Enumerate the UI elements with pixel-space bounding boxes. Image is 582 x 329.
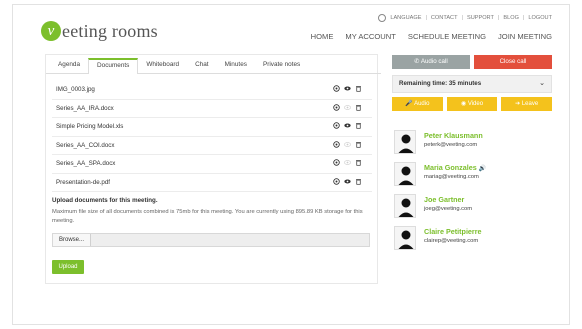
download-icon[interactable] bbox=[333, 159, 340, 166]
upload-button[interactable]: Upload bbox=[52, 260, 84, 274]
tab-private-notes[interactable]: Private notes bbox=[255, 61, 308, 73]
participant-name: Peter Klausmann bbox=[424, 131, 483, 140]
tab-chat[interactable]: Chat bbox=[187, 61, 217, 73]
remaining-time-dropdown[interactable]: Remaining time: 35 minutes ⌄ bbox=[392, 75, 552, 93]
avatar bbox=[394, 226, 416, 250]
document-row[interactable]: Series_AA_IRA.docx bbox=[52, 100, 372, 118]
leave-button[interactable]: ➔ Leave bbox=[501, 97, 553, 111]
avatar bbox=[394, 194, 416, 218]
divider: | bbox=[461, 15, 463, 21]
download-icon[interactable] bbox=[333, 177, 340, 185]
document-name[interactable]: Series_AA_IRA.docx bbox=[52, 105, 114, 112]
logout-link[interactable]: LOGOUT bbox=[528, 15, 552, 21]
participant-email: joeg@veeting.com bbox=[424, 206, 473, 212]
view-icon[interactable] bbox=[344, 178, 351, 185]
trash-icon[interactable] bbox=[355, 141, 362, 148]
remaining-time-label: Remaining time: 35 minutes bbox=[399, 80, 482, 87]
document-row[interactable]: Presentation-de.pdf bbox=[52, 174, 372, 192]
support-link[interactable]: SUPPORT bbox=[467, 15, 494, 21]
trash-icon[interactable] bbox=[355, 122, 362, 129]
participant-name: Maria Gonzales 🔊 bbox=[424, 163, 486, 172]
participant-name: Claire Petitpierre bbox=[424, 227, 482, 236]
view-icon-disabled bbox=[344, 160, 351, 165]
contact-link[interactable]: CONTACT bbox=[431, 15, 458, 21]
exit-icon: ➔ bbox=[515, 101, 522, 107]
tab-bar: Agenda Documents Whiteboard Chat Minutes… bbox=[46, 55, 381, 74]
documents-panel: Agenda Documents Whiteboard Chat Minutes… bbox=[45, 54, 381, 284]
document-row[interactable]: Series_AA_COI.docx bbox=[52, 137, 372, 155]
trash-icon[interactable] bbox=[355, 104, 362, 111]
camera-icon: ◉ bbox=[460, 101, 468, 107]
avatar bbox=[394, 130, 416, 154]
view-icon[interactable] bbox=[344, 122, 351, 129]
audio-call-label: Audio call bbox=[420, 58, 448, 65]
nav-join-meeting[interactable]: JOIN MEETING bbox=[498, 32, 552, 41]
close-call-button[interactable]: Close call bbox=[474, 55, 552, 69]
document-name[interactable]: Series_AA_COI.docx bbox=[52, 142, 114, 149]
trash-icon[interactable] bbox=[355, 85, 362, 92]
participant-item: Peter Klausmann peterk@veeting.com bbox=[392, 130, 552, 162]
globe-icon bbox=[378, 14, 387, 22]
nav-my-account[interactable]: MY ACCOUNT bbox=[345, 32, 396, 41]
document-name[interactable]: Simple Pricing Model.xls bbox=[52, 123, 123, 130]
upload-title: Upload documents for this meeting. bbox=[52, 197, 158, 204]
divider: | bbox=[497, 15, 500, 21]
tab-agenda[interactable]: Agenda bbox=[50, 61, 88, 73]
nav-home[interactable]: HOME bbox=[311, 32, 334, 41]
tab-minutes[interactable]: Minutes bbox=[217, 61, 255, 73]
download-icon[interactable] bbox=[333, 85, 340, 92]
participant-email: clairep@veeting.com bbox=[424, 238, 479, 244]
participant-email: mariag@veeting.com bbox=[424, 174, 479, 180]
file-input[interactable]: Browse... bbox=[52, 233, 370, 247]
upload-info: Maximum file size of all documents combi… bbox=[52, 209, 363, 224]
view-icon-disabled bbox=[344, 141, 351, 147]
trash-icon[interactable] bbox=[355, 178, 362, 185]
participant-email: peterk@veeting.com bbox=[424, 142, 478, 148]
participant-item: Claire Petitpierre clairep@veeting.com bbox=[392, 226, 552, 258]
avatar bbox=[394, 162, 416, 186]
audio-button[interactable]: 🎤 Audio bbox=[392, 97, 443, 111]
audio-call-button[interactable]: ✆ Audio call bbox=[392, 55, 470, 69]
participant-item: Maria Gonzales 🔊 mariag@veeting.com bbox=[392, 162, 552, 194]
video-button[interactable]: ◉ Video bbox=[446, 97, 498, 111]
divider: | bbox=[522, 15, 525, 21]
participant-item: Joe Gartner joeg@veeting.com bbox=[392, 194, 552, 226]
tab-documents[interactable]: Documents bbox=[88, 58, 139, 74]
meeting-actions: 🎤 Audio ◉ Video ➔ Leave bbox=[392, 97, 553, 111]
leave-label: Leave bbox=[521, 101, 539, 107]
chevron-down-icon: ⌄ bbox=[539, 80, 545, 87]
document-row[interactable]: Series_AA_SPA.docx bbox=[52, 155, 372, 174]
nav-schedule-meeting[interactable]: SCHEDULE MEETING bbox=[408, 32, 486, 41]
tab-whiteboard[interactable]: Whiteboard bbox=[138, 61, 187, 73]
participant-name: Joe Gartner bbox=[424, 195, 465, 204]
view-icon[interactable] bbox=[344, 85, 351, 92]
video-label: Video bbox=[467, 101, 484, 107]
logo-mark: v bbox=[41, 21, 61, 41]
view-icon-disabled bbox=[344, 104, 351, 110]
logo-text: eeting rooms bbox=[62, 20, 158, 41]
document-name[interactable]: Series_AA_SPA.docx bbox=[52, 160, 115, 167]
language-link[interactable]: LANGUAGE bbox=[390, 15, 421, 21]
document-row[interactable]: IMG_0003.jpg bbox=[52, 81, 372, 100]
browse-button[interactable]: Browse... bbox=[53, 234, 92, 246]
document-name[interactable]: Presentation-de.pdf bbox=[52, 179, 110, 186]
speaking-icon: 🔊 bbox=[478, 166, 487, 172]
document-list: IMG_0003.jpg Series_AA_IRA.docx Simple P… bbox=[52, 81, 372, 192]
participant-name-text: Maria Gonzales bbox=[424, 163, 477, 172]
blog-link[interactable]: BLOG bbox=[503, 15, 519, 21]
logo[interactable]: v eeting rooms bbox=[41, 20, 158, 42]
download-icon[interactable] bbox=[333, 122, 340, 129]
download-icon[interactable] bbox=[333, 103, 340, 111]
document-row[interactable]: Simple Pricing Model.xls bbox=[52, 118, 372, 137]
microphone-icon: 🎤 bbox=[405, 101, 415, 107]
utility-bar: LANGUAGE | CONTACT | SUPPORT | BLOG | LO… bbox=[378, 14, 552, 22]
main-nav: HOME MY ACCOUNT SCHEDULE MEETING JOIN ME… bbox=[311, 32, 552, 41]
divider: | bbox=[425, 15, 427, 21]
document-name[interactable]: IMG_0003.jpg bbox=[52, 86, 95, 93]
participant-list: Peter Klausmann peterk@veeting.com Maria… bbox=[392, 130, 552, 258]
audio-label: Audio bbox=[414, 101, 430, 107]
trash-icon[interactable] bbox=[355, 159, 362, 166]
download-icon[interactable] bbox=[333, 140, 340, 148]
